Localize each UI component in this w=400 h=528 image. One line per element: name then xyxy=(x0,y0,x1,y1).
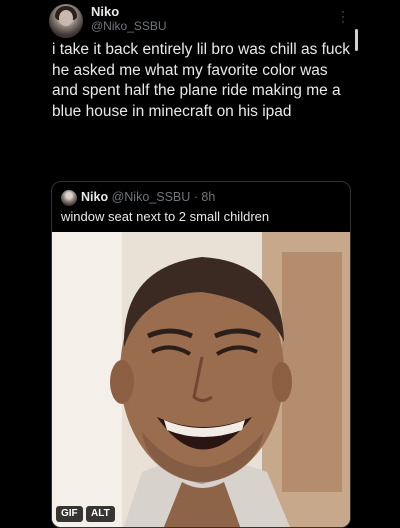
gif-frame-illustration xyxy=(52,232,350,527)
alt-badge[interactable]: ALT xyxy=(86,506,115,522)
gif-badge: GIF xyxy=(56,506,83,522)
quoted-tweet[interactable]: Niko @Niko_SSBU · 8h window seat next to… xyxy=(51,181,351,528)
quote-time[interactable]: 8h xyxy=(201,190,215,204)
tweet[interactable]: Niko @Niko_SSBU · · · i take it back entir… xyxy=(0,0,400,528)
quote-media-gif[interactable]: GIF ALT xyxy=(52,232,350,527)
author-handle[interactable]: @Niko_SSBU xyxy=(91,19,167,33)
quote-author-name[interactable]: Niko xyxy=(81,190,108,204)
author-name[interactable]: Niko xyxy=(91,4,119,19)
quote-text: window seat next to 2 small children xyxy=(61,209,270,224)
quote-header: Niko @Niko_SSBU · 8h xyxy=(81,190,215,204)
quote-author-avatar[interactable] xyxy=(61,190,77,206)
quote-separator: · xyxy=(193,190,198,204)
quote-author-handle[interactable]: @Niko_SSBU xyxy=(112,190,191,204)
scrollbar[interactable] xyxy=(355,29,358,51)
tweet-text: i take it back entirely lil bro was chil… xyxy=(52,41,351,120)
avatar-face xyxy=(59,10,73,26)
author-avatar[interactable] xyxy=(49,4,83,38)
more-dots-icon[interactable]: · · · xyxy=(340,5,346,27)
